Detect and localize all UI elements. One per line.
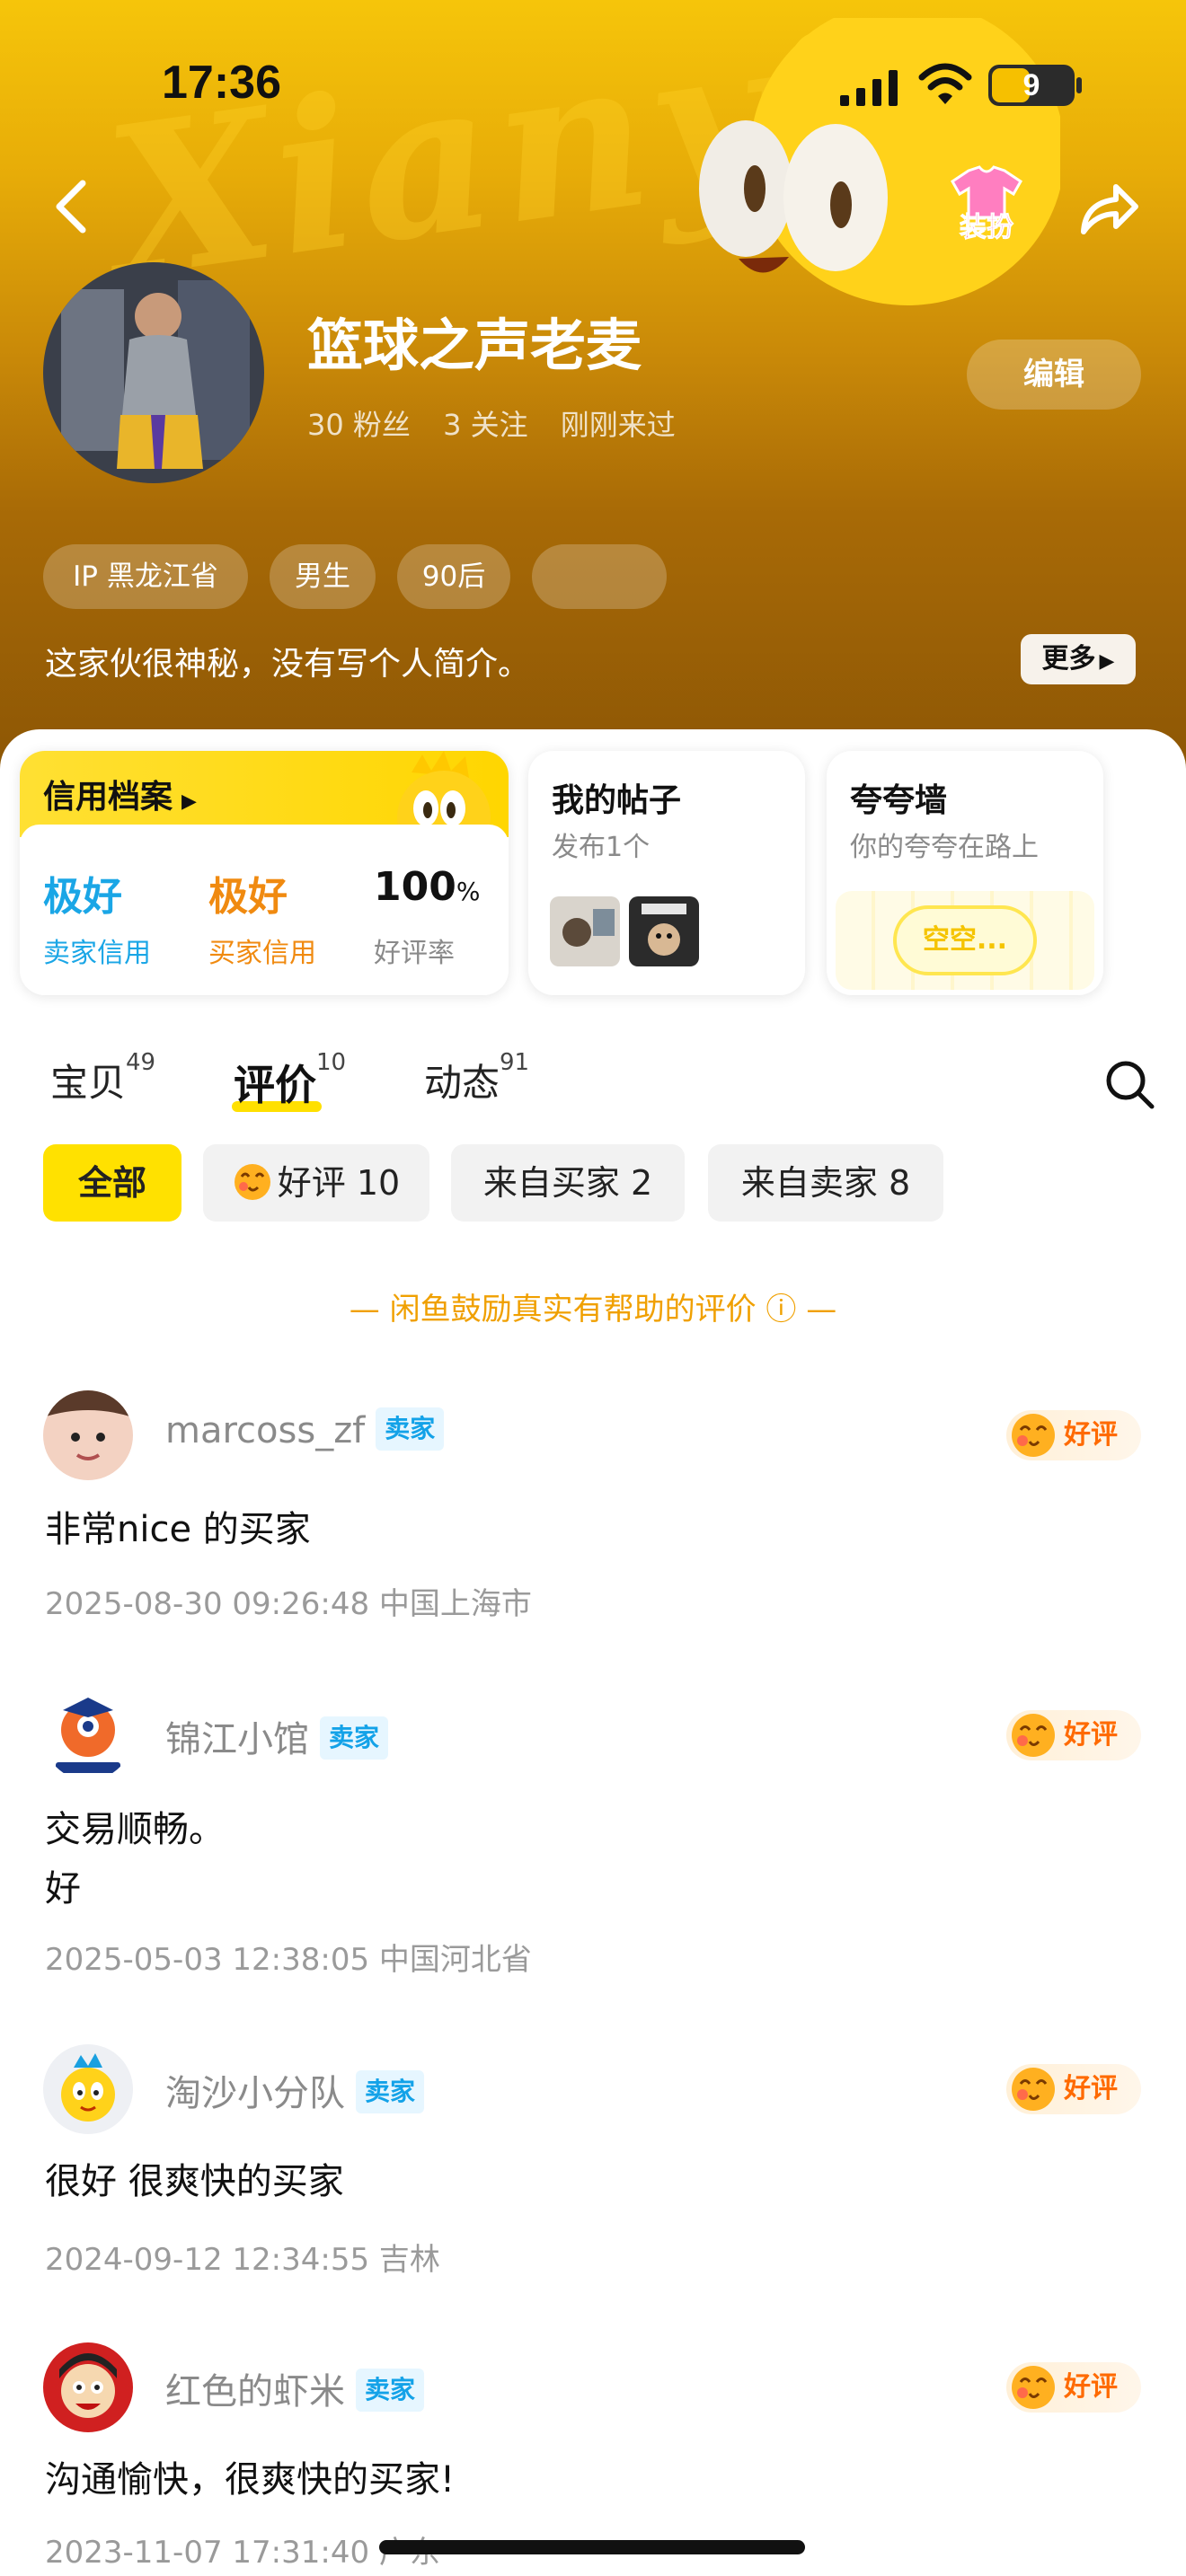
profile-bio: 这家伙很神秘，没有写个人简介。 bbox=[45, 646, 531, 683]
back-arrow-icon[interactable] bbox=[47, 178, 97, 235]
post-thumbnail[interactable] bbox=[550, 896, 620, 966]
rating-label: 好评 bbox=[1064, 2371, 1118, 2403]
reviewer-avatar[interactable] bbox=[43, 2342, 133, 2432]
credit-card-body: 极好 卖家信用 极好 买家信用 100% 好评率 bbox=[20, 825, 509, 995]
reviewer-avatar[interactable] bbox=[43, 1390, 133, 1480]
following-count[interactable]: 3 关注 bbox=[443, 408, 528, 442]
more-label: 更多 bbox=[1041, 643, 1096, 675]
filter-from-seller-chip[interactable]: 来自卖家 8 bbox=[708, 1144, 943, 1222]
my-posts-card[interactable]: 我的帖子 发布1个 bbox=[528, 751, 805, 995]
reviewer-name[interactable]: 红色的虾米 卖家 bbox=[165, 2362, 425, 2415]
mascot-illustration bbox=[699, 18, 1060, 305]
credit-profile-card[interactable]: 信用档案 ▶ 极好 卖家信用 极好 买家信用 100% 好评率 bbox=[20, 751, 509, 995]
positive-rate-label: 好评率 bbox=[374, 938, 455, 969]
rating-badge: 好评 bbox=[1006, 1410, 1141, 1460]
review-encouragement-notice[interactable]: — 闲鱼鼓励真实有帮助的评价 ⓘ — bbox=[0, 1284, 1186, 1328]
status-bar-time: 17:36 bbox=[162, 57, 281, 109]
age-tag: 90后 bbox=[397, 544, 510, 609]
content-sheet bbox=[0, 729, 1186, 2576]
buyer-credit-value: 极好 bbox=[208, 874, 288, 920]
battery-indicator: 9 bbox=[988, 65, 1082, 106]
profile-stats: 30 粉丝 3 关注 刚刚来过 bbox=[307, 402, 699, 444]
rating-badge: 好评 bbox=[1006, 2064, 1141, 2114]
smile-face-icon bbox=[1012, 2068, 1055, 2111]
posts-card-subtitle: 发布1个 bbox=[552, 832, 651, 863]
triangle-right-icon: ▶ bbox=[181, 790, 197, 813]
profile-photo bbox=[43, 262, 264, 483]
reviewer-name[interactable]: marcoss_zf 卖家 bbox=[165, 1407, 445, 1454]
filter-positive-chip[interactable]: 好评 10 bbox=[203, 1144, 429, 1222]
tab-items[interactable]: 宝贝49 bbox=[50, 1049, 155, 1107]
review-text: 非常nice 的买家 bbox=[45, 1509, 311, 1550]
battery-level: 9 bbox=[1022, 68, 1040, 102]
positive-rate-value: 100% bbox=[374, 864, 481, 910]
reviewer-avatar[interactable] bbox=[43, 1690, 133, 1780]
edit-profile-button[interactable]: 编辑 bbox=[967, 340, 1141, 410]
percent-unit: % bbox=[456, 877, 481, 906]
smile-face-icon bbox=[1012, 1714, 1055, 1757]
outfit-button[interactable]: 装扮 bbox=[943, 165, 1030, 251]
role-badge: 卖家 bbox=[376, 1407, 445, 1451]
outfit-label: 装扮 bbox=[960, 212, 1014, 244]
seller-credit-label: 卖家信用 bbox=[43, 938, 151, 969]
tab-items-count: 49 bbox=[126, 1049, 156, 1076]
fans-count[interactable]: 30 粉丝 bbox=[307, 408, 411, 442]
role-badge: 卖家 bbox=[320, 1716, 389, 1760]
role-badge: 卖家 bbox=[356, 2369, 425, 2412]
ip-location-tag: IP 黑龙江省 bbox=[43, 544, 248, 609]
praise-wall-card[interactable]: 夸夸墙 你的夸夸在路上 空空... bbox=[827, 751, 1103, 995]
buyer-credit-label: 买家信用 bbox=[208, 938, 316, 969]
tab-reviews-count: 10 bbox=[316, 1049, 347, 1076]
home-indicator[interactable] bbox=[379, 2540, 805, 2554]
review-meta: 2024-09-12 12:34:55 吉林 bbox=[45, 2242, 440, 2278]
seller-credit-value: 极好 bbox=[43, 874, 122, 920]
rating-label: 好评 bbox=[1064, 1719, 1118, 1751]
smile-face-icon bbox=[234, 1163, 270, 1200]
last-seen: 刚刚来过 bbox=[560, 408, 676, 442]
reviewer-avatar[interactable] bbox=[43, 2044, 133, 2134]
blank-tag bbox=[532, 544, 667, 609]
review-text: 很好 很爽快的买家 bbox=[45, 2161, 344, 2202]
review-text: 沟通愉快，很爽快的买家! bbox=[45, 2459, 456, 2501]
rating-badge: 好评 bbox=[1006, 1710, 1141, 1760]
smile-face-icon bbox=[1012, 2366, 1055, 2409]
tab-activity-count: 91 bbox=[500, 1049, 530, 1076]
review-meta: 2025-05-03 12:38:05 中国河北省 bbox=[45, 1942, 532, 1978]
rating-label: 好评 bbox=[1064, 1419, 1118, 1451]
review-meta: 2025-08-30 09:26:48 中国上海市 bbox=[45, 1586, 532, 1622]
share-icon[interactable] bbox=[1076, 180, 1139, 239]
tab-items-label: 宝贝 bbox=[50, 1061, 127, 1105]
rating-badge: 好评 bbox=[1006, 2362, 1141, 2413]
profile-avatar[interactable] bbox=[43, 262, 264, 483]
role-badge: 卖家 bbox=[356, 2070, 425, 2113]
reviewer-name[interactable]: 淘沙小分队 卖家 bbox=[165, 2064, 425, 2117]
wifi-icon bbox=[918, 63, 972, 104]
reviewer-name[interactable]: 锦江小馆 卖家 bbox=[165, 1710, 389, 1763]
rating-label: 好评 bbox=[1064, 2073, 1118, 2104]
more-button[interactable]: 更多 ▶ bbox=[1021, 634, 1136, 684]
profile-name: 篮球之声老麦 bbox=[307, 313, 642, 378]
tab-activity-label: 动态 bbox=[424, 1061, 500, 1105]
tab-activity[interactable]: 动态91 bbox=[424, 1049, 529, 1107]
gender-tag: 男生 bbox=[270, 544, 376, 609]
post-thumbnail[interactable] bbox=[629, 896, 699, 966]
tab-reviews-label: 评价 bbox=[234, 1061, 316, 1109]
praise-card-title: 夸夸墙 bbox=[850, 782, 948, 819]
cellular-signal-icon bbox=[840, 70, 898, 106]
review-text: 交易顺畅。 好 bbox=[45, 1809, 225, 1910]
posts-card-title: 我的帖子 bbox=[552, 782, 682, 819]
praise-card-subtitle: 你的夸夸在路上 bbox=[850, 832, 1039, 863]
triangle-right-icon: ▶ bbox=[1099, 650, 1115, 673]
filter-from-buyer-chip[interactable]: 来自买家 2 bbox=[451, 1144, 685, 1222]
empty-praise-bubble: 空空... bbox=[893, 905, 1037, 975]
filter-all-chip[interactable]: 全部 bbox=[43, 1144, 181, 1222]
tab-reviews[interactable]: 评价10 bbox=[234, 1049, 346, 1112]
search-icon[interactable] bbox=[1103, 1058, 1155, 1110]
filter-positive-label: 好评 10 bbox=[277, 1163, 401, 1203]
smile-face-icon bbox=[1012, 1414, 1055, 1457]
credit-card-title: 信用档案 ▶ bbox=[43, 779, 197, 816]
